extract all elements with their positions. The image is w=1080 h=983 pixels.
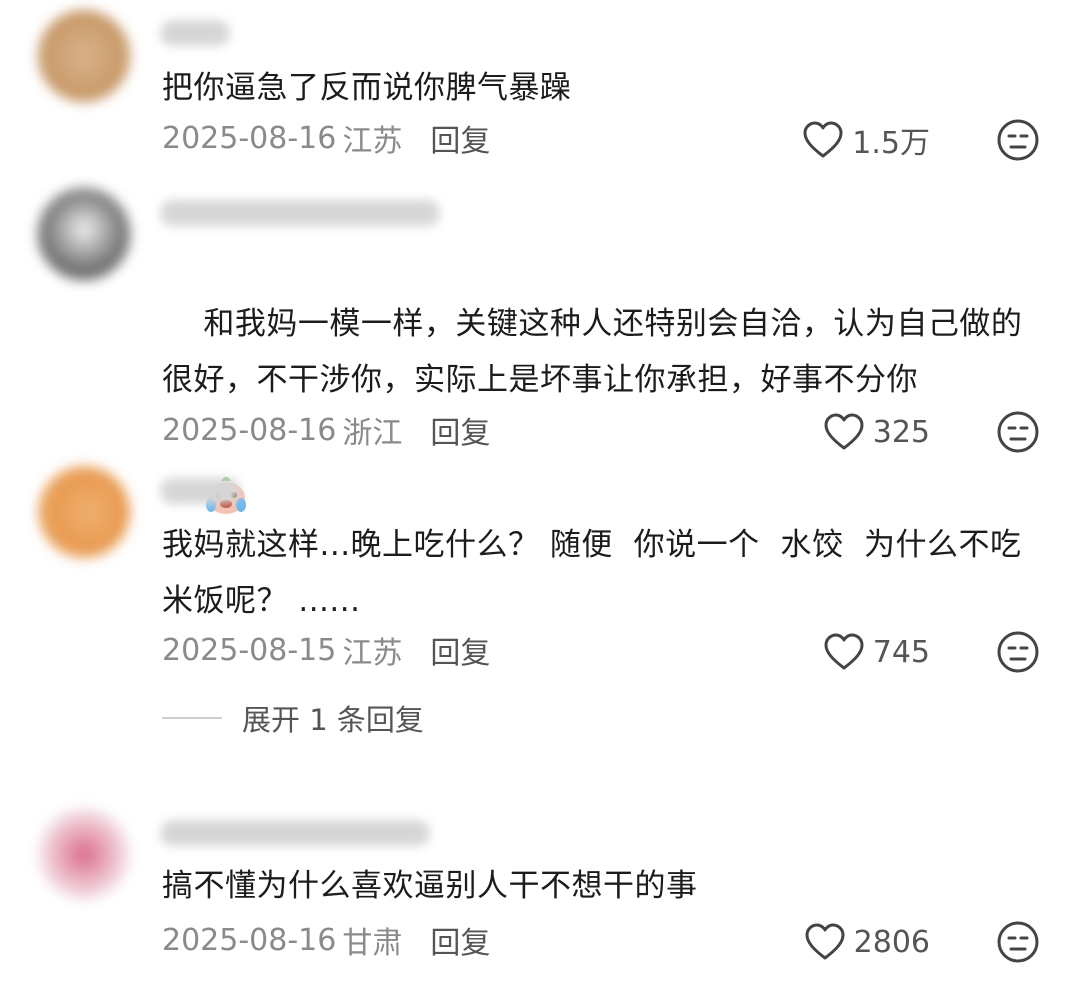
username-blurred[interactable]: [160, 200, 440, 226]
comment-location: 浙江: [342, 416, 403, 451]
comment-date: 2025-08-16: [162, 412, 337, 448]
comment-text: 把你逼急了反而说你脾气暴躁: [162, 70, 572, 106]
avatar[interactable]: [38, 466, 130, 558]
like-button[interactable]: 745: [823, 630, 930, 674]
like-button[interactable]: 325: [823, 410, 930, 454]
reply-button[interactable]: 回复: [430, 628, 490, 672]
comment-date: 2025-08-16: [162, 120, 337, 156]
like-button[interactable]: 1.5万: [802, 118, 930, 162]
heart-outline-icon: [824, 413, 864, 450]
reply-button[interactable]: 回复: [430, 918, 490, 962]
reply-button[interactable]: 回复: [430, 116, 490, 160]
avatar[interactable]: [38, 10, 130, 102]
comment-location: 江苏: [342, 124, 403, 159]
like-count: 745: [872, 634, 930, 670]
avatar[interactable]: [38, 808, 130, 900]
comment-meta: 2025-08-16 甘肃 回复: [162, 918, 490, 962]
neutral-face-icon[interactable]: [996, 118, 1040, 162]
comment-meta: 2025-08-16 浙江 回复: [162, 408, 490, 452]
comment-text-content: 和我妈一模一样，关键这种人还特别会自洽，认为自己做的很好，不干涉你，实际上是坏事…: [162, 306, 1023, 398]
comment-date: 2025-08-15: [162, 632, 337, 668]
expand-replies-label: 展开 1 条回复: [242, 703, 424, 737]
neutral-face-icon[interactable]: [996, 630, 1040, 674]
expand-replies-button[interactable]: 展开 1 条回复: [162, 698, 424, 738]
like-count: 325: [872, 414, 930, 450]
like-count: 1.5万: [852, 126, 930, 161]
username-blurred[interactable]: [160, 20, 230, 46]
comment-location: 甘肃: [342, 926, 403, 961]
like-count: 2806: [853, 924, 930, 960]
divider-line: [162, 717, 222, 719]
comment-meta: 2025-08-16 江苏 回复: [162, 116, 490, 160]
heart-outline-icon: [803, 121, 843, 158]
avatar[interactable]: [38, 188, 130, 280]
neutral-face-icon[interactable]: [996, 410, 1040, 454]
like-button[interactable]: 2806: [804, 920, 930, 964]
reply-button[interactable]: 回复: [430, 408, 490, 452]
comment-meta: 2025-08-15 江苏 回复: [162, 628, 490, 672]
neutral-face-icon[interactable]: [996, 920, 1040, 964]
comment-text: 我妈就这样...晚上吃什么？ 随便 你说一个 水饺 为什么不吃米饭呢？ ....…: [162, 527, 1022, 619]
heart-outline-icon: [824, 633, 864, 670]
comment-text: 搞不懂为什么喜欢逼别人干不想干的事: [162, 868, 698, 904]
comment-location: 江苏: [342, 636, 403, 671]
comment-date: 2025-08-16: [162, 922, 337, 958]
username-blurred[interactable]: [160, 820, 430, 846]
heart-outline-icon: [805, 923, 845, 960]
username-blurred[interactable]: [160, 478, 240, 504]
